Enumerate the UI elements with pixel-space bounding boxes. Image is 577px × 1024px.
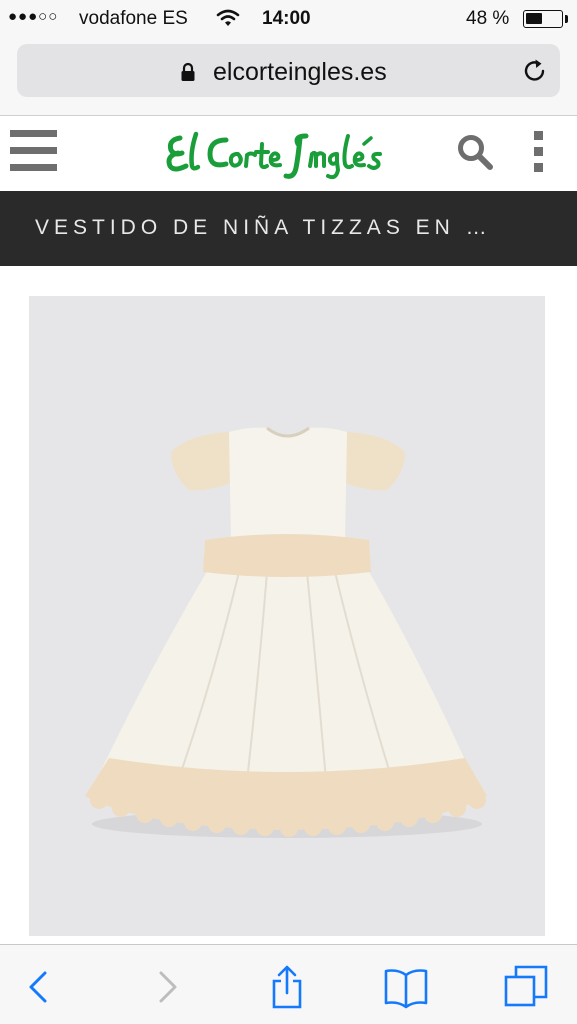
back-icon[interactable]: [16, 963, 64, 1011]
product-image[interactable]: [29, 296, 545, 936]
battery-icon: [523, 10, 563, 28]
address-bar[interactable]: elcorteingles.es: [17, 44, 560, 97]
tabs-icon[interactable]: [502, 963, 550, 1011]
hamburger-menu-icon[interactable]: [10, 130, 57, 172]
product-title-bar: VESTIDO DE NIÑA TIZZAS EN …: [0, 191, 577, 266]
reload-icon[interactable]: [522, 58, 548, 84]
battery-percentage: 48 %: [466, 8, 510, 29]
battery-level: [526, 13, 542, 24]
url-text: elcorteingles.es: [213, 58, 387, 86]
search-icon[interactable]: [456, 133, 494, 171]
product-title: VESTIDO DE NIÑA TIZZAS EN …: [35, 216, 492, 239]
clock: 14:00: [262, 8, 311, 29]
share-icon[interactable]: [263, 963, 311, 1011]
site-header: [0, 117, 577, 191]
lock-icon: [181, 62, 195, 81]
wifi-icon: [216, 9, 240, 26]
status-bar: ●●●○○ vodafone ES 14:00 48 %: [0, 0, 577, 36]
signal-strength-indicator: ●●●○○: [8, 8, 59, 25]
browser-toolbar: [0, 944, 577, 1024]
carrier-name: vodafone ES: [79, 8, 188, 29]
forward-icon: [159, 971, 177, 1003]
more-vertical-icon[interactable]: [532, 131, 546, 173]
el-corte-ingles-logo[interactable]: [166, 122, 416, 184]
bookmarks-icon[interactable]: [382, 963, 430, 1011]
battery-tip: [565, 15, 568, 23]
dress-image: [85, 426, 487, 838]
browser-address-area: elcorteingles.es: [0, 36, 577, 116]
